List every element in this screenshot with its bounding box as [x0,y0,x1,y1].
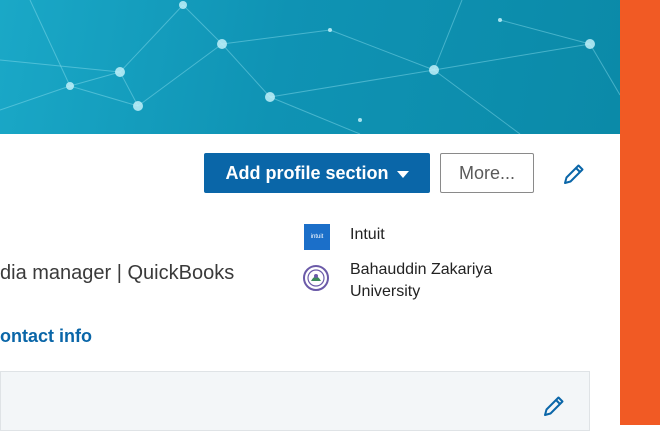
caret-down-icon [396,170,409,178]
pencil-icon[interactable] [541,393,567,419]
profile-headline: dia manager | QuickBooks [0,262,235,284]
add-profile-section-button[interactable]: Add profile section [204,153,430,193]
pencil-icon[interactable] [561,161,587,187]
add-profile-section-label: Add profile section [225,162,389,183]
intuit-logo-text: intuit [310,234,324,240]
profile-banner [0,0,620,134]
university-name-line1: Bahauddin Zakariya [350,261,493,278]
university-name-line2: University [350,283,421,300]
side-accent-strip [620,0,660,425]
network-pattern-graphic [0,0,620,134]
organization-name-university[interactable]: Bahauddin Zakariya University [350,259,550,303]
more-label: More... [458,162,515,183]
organization-name-intuit[interactable]: Intuit [350,226,385,244]
intuit-logo: intuit [304,224,330,250]
about-section [0,371,590,431]
university-seal-icon [302,264,330,292]
contact-info-link[interactable]: ontact info [0,326,92,347]
more-button[interactable]: More... [440,153,534,193]
